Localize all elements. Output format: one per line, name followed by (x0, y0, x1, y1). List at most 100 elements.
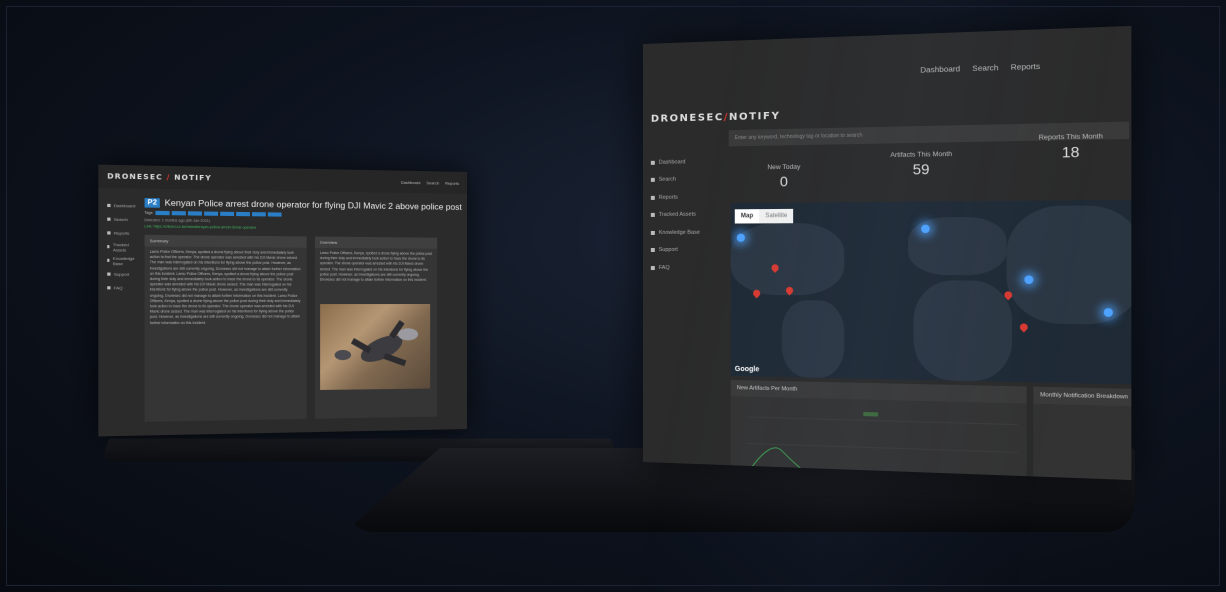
sidebar-item-label: Support (113, 271, 130, 277)
sidebar-item-dashboard[interactable]: Dashboard (650, 153, 721, 172)
grid-line (747, 443, 1018, 452)
land-asia (1006, 205, 1132, 325)
nav-reports[interactable]: Reports (445, 180, 459, 185)
world-map[interactable]: Map Satellite Google (730, 199, 1132, 385)
panel-title: Monthly Notification Breakdown (1033, 386, 1132, 407)
stat-label: New Today (767, 163, 801, 172)
location-pin-icon[interactable] (1018, 321, 1030, 333)
tag-chip[interactable] (220, 211, 235, 217)
nav-search[interactable]: Search (426, 180, 439, 185)
priority-badge: P2 (144, 197, 161, 208)
sidebar-item-label: FAQ (658, 264, 670, 271)
tab-map[interactable]: Map (735, 209, 759, 223)
logo-text-right: NOTIFY (174, 173, 212, 183)
support-icon (107, 272, 111, 276)
summary-text: Lamu Police Officers, Kenya, spotted a d… (149, 249, 301, 325)
sidebar-item-label: Reports (113, 230, 130, 236)
stat-value: 59 (912, 160, 930, 178)
tag-chip[interactable] (188, 211, 203, 216)
stat-reports-month: Reports This Month 18 (1020, 133, 1122, 162)
sidebar-item-label: Dashboard (113, 202, 136, 209)
support-icon (650, 248, 655, 253)
sidebar-item-faq[interactable]: FAQ (107, 281, 135, 295)
nav-dashboard[interactable]: Dashboard (401, 179, 421, 184)
sidebar-item-search[interactable]: Search (650, 170, 721, 189)
sidebar-item-knowledge-base[interactable]: Knowledge Base (107, 253, 135, 267)
logo-text-left: DRONESEC (650, 112, 724, 125)
map-type-tabs: Map Satellite (734, 208, 794, 224)
source-link[interactable]: Link: https://citizen.co.ke/news/kenyan-… (144, 224, 461, 232)
user-icon (650, 213, 655, 218)
stat-value: 18 (1061, 143, 1080, 161)
notification-breakdown-panel: Monthly Notification Breakdown (1033, 386, 1132, 481)
overview-heading: Overview (314, 236, 437, 249)
tag-chip[interactable] (171, 211, 187, 216)
top-nav: Dashboard Search Reports (920, 61, 1040, 74)
land-north-america (730, 222, 845, 296)
sidebar-item-support[interactable]: Support (650, 241, 721, 259)
activity-glow-marker[interactable] (921, 224, 930, 234)
sidebar-item-label: Tracked Assets (113, 241, 129, 253)
tag-chip[interactable] (268, 212, 282, 217)
stat-label: Artifacts This Month (890, 150, 953, 160)
search-icon (650, 178, 655, 183)
faq-icon (107, 286, 111, 290)
summary-card: Summary Lamu Police Officers, Kenya, spo… (144, 234, 307, 422)
sidebar-item-label: Knowledge Base (112, 255, 135, 266)
sidebar-item-tracked-assets[interactable]: Tracked Assets (650, 206, 721, 224)
report-title: Kenyan Police arrest drone operator for … (164, 197, 462, 212)
faq-icon (650, 265, 655, 270)
user-icon (107, 245, 110, 249)
artifacts-per-month-panel: New Artifacts Per Month (730, 379, 1027, 481)
activity-glow-marker[interactable] (1103, 308, 1113, 317)
sidebar-item-search[interactable]: Search (107, 212, 135, 226)
sidebar-item-dashboard[interactable]: Dashboard (107, 199, 135, 213)
right-laptop-screen: Dashboard Search Reports DRONESEC/NOTIFY… (643, 25, 1132, 481)
sidebar-item-reports[interactable]: Reports (650, 188, 721, 206)
land-africa (913, 280, 1013, 382)
sidebar-item-support[interactable]: Support (107, 267, 135, 281)
tag-chip[interactable] (204, 211, 219, 216)
document-icon (650, 195, 655, 200)
sidebar-item-reports[interactable]: Reports (107, 226, 135, 240)
book-icon (650, 230, 655, 235)
logo[interactable]: DRONESEC/NOTIFY (651, 111, 781, 125)
search-icon (107, 217, 111, 221)
logo-text-left: DRONESEC (107, 172, 163, 182)
land-south-america (781, 300, 845, 379)
sidebar-item-label: Dashboard (658, 159, 686, 166)
stat-value: 0 (779, 173, 788, 190)
nav-dashboard[interactable]: Dashboard (920, 64, 960, 75)
stat-new-today: New Today 0 (753, 163, 815, 190)
sidebar-item-label: FAQ (113, 285, 123, 291)
tags-label: Tags: (144, 210, 154, 216)
report-detail: P2 Kenyan Police arrest drone operator f… (136, 188, 467, 422)
tag-chip[interactable] (252, 212, 266, 217)
tag-chip[interactable] (155, 210, 170, 216)
sidebar-item-label: Knowledge Base (658, 229, 700, 236)
logo-text-right: NOTIFY (728, 110, 781, 124)
home-icon (107, 203, 111, 208)
stat-label: Reports This Month (1038, 132, 1103, 142)
activity-glow-marker[interactable] (736, 233, 745, 242)
sidebar-item-label: Search (113, 216, 128, 223)
document-icon (107, 231, 111, 235)
google-logo: Google (734, 365, 760, 374)
overview-text: Lamu Police Officers, Kenya, spotted a d… (319, 250, 432, 282)
sidebar-item-label: Search (658, 176, 677, 184)
sidebar-item-label: Tracked Assets (658, 211, 696, 219)
nav-search[interactable]: Search (972, 63, 998, 73)
left-laptop-screen: DRONESEC / NOTIFY Dashboard Search Repor… (98, 164, 467, 437)
drone-photo (319, 304, 430, 391)
sidebar-item-knowledge-base[interactable]: Knowledge Base (650, 224, 721, 242)
nav-reports[interactable]: Reports (1011, 61, 1040, 72)
sidebar-item-label: Reports (658, 194, 678, 201)
tag-chip[interactable] (236, 211, 251, 217)
sidebar-item-tracked-assets[interactable]: Tracked Assets (107, 240, 135, 254)
logo[interactable]: DRONESEC / NOTIFY (107, 172, 212, 182)
logo-slash: / (166, 173, 171, 182)
activity-glow-marker[interactable] (1024, 275, 1034, 285)
hero-stage: DRONESEC / NOTIFY Dashboard Search Repor… (0, 0, 1226, 592)
sidebar-item-faq[interactable]: FAQ (650, 259, 721, 277)
tab-satellite[interactable]: Satellite (759, 208, 794, 224)
